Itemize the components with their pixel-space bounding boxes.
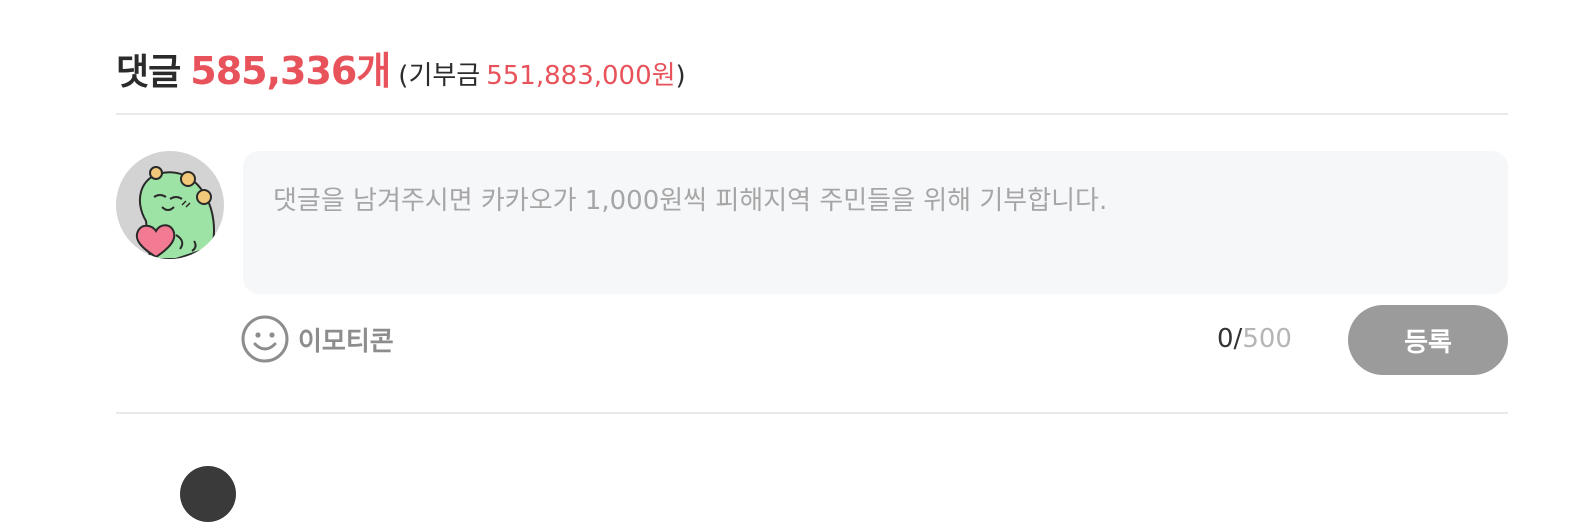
submit-button[interactable]: 등록 xyxy=(1348,305,1508,375)
emoticon-label: 이모티콘 xyxy=(298,326,394,357)
char-count-separator: / xyxy=(1233,324,1243,354)
donation-label: 기부금 xyxy=(408,61,481,91)
comments-count: 585,336개 xyxy=(190,49,391,93)
composer-divider xyxy=(116,412,1508,414)
char-counter: 0/500 xyxy=(1217,324,1292,354)
paren-close: ) xyxy=(675,61,686,91)
next-comment-avatar xyxy=(180,466,236,522)
paren-open: ( xyxy=(398,61,409,91)
comments-title: 댓글 xyxy=(116,52,181,93)
smiley-face-icon xyxy=(241,315,289,363)
dino-holding-heart-icon xyxy=(135,166,215,259)
emoticon-button[interactable]: 이모티콘 xyxy=(240,314,394,364)
user-avatar xyxy=(116,151,224,259)
char-count-max: 500 xyxy=(1242,324,1292,354)
comment-input[interactable] xyxy=(271,183,1484,266)
comment-input-box[interactable] xyxy=(243,151,1508,294)
donation-amount: 551,883,000원 xyxy=(486,61,676,91)
comments-header: 댓글 585,336개 (기부금 551,883,000원) xyxy=(116,40,686,95)
donation-summary: (기부금 551,883,000원) xyxy=(398,55,685,92)
header-divider xyxy=(116,113,1508,115)
char-count-current: 0 xyxy=(1217,324,1234,354)
